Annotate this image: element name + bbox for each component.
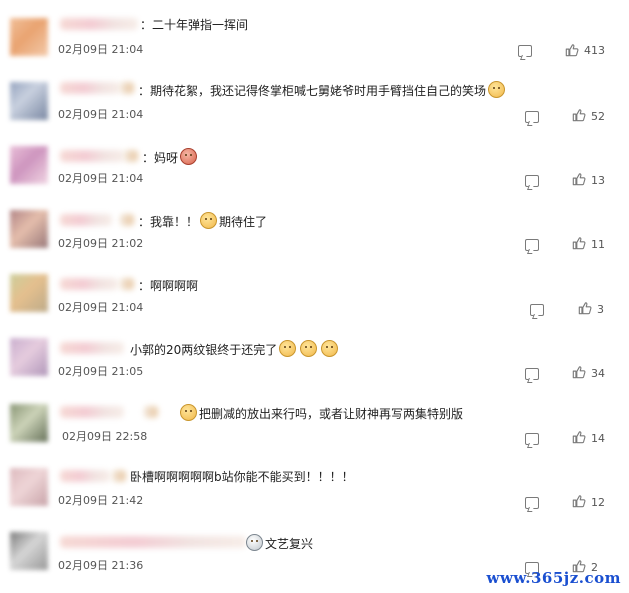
- comment-icon[interactable]: [525, 111, 539, 123]
- like-count: 12: [591, 496, 605, 509]
- like-count: 34: [591, 367, 605, 380]
- avatar[interactable]: [10, 532, 48, 570]
- like-count: 413: [584, 44, 605, 57]
- username[interactable]: [60, 82, 120, 94]
- timestamp: 02月09日 21:36: [58, 559, 144, 572]
- username-badge: [120, 82, 134, 94]
- username[interactable]: [60, 406, 124, 418]
- comment-text: ：我靠！！ 期待住了: [138, 212, 267, 230]
- thumbs-up-icon[interactable]: [572, 236, 586, 250]
- crying-emoji-icon: [200, 212, 218, 229]
- username[interactable]: [60, 536, 246, 548]
- comment-row: ：我靠！！ 期待住了 02月09日 21:02 11: [0, 198, 629, 262]
- comment-row: ：妈呀 02月09日 21:04 13: [0, 134, 629, 198]
- thumbs-up-icon[interactable]: [578, 301, 592, 315]
- comment-row: 把删减的放出来行吗，或者让财神再写两集特别版 02月09日 22:58 14: [0, 392, 629, 456]
- timestamp: 02月09日 21:04: [58, 108, 144, 121]
- thumbs-up-icon[interactable]: [572, 108, 586, 122]
- like-count: 3: [597, 303, 604, 316]
- timestamp: 02月09日 21:04: [58, 301, 144, 314]
- timestamp: 02月09日 21:04: [58, 172, 144, 185]
- username-badge: [112, 470, 126, 482]
- comment-icon[interactable]: [525, 239, 539, 251]
- comment-row: 小郭的20两纹银终于还完了 02月09日 21:05 34: [0, 326, 629, 390]
- comment-icon[interactable]: [530, 304, 544, 316]
- avatar[interactable]: [10, 210, 48, 248]
- username[interactable]: [60, 278, 118, 290]
- crying-emoji-icon: [300, 340, 318, 357]
- timestamp: 02月09日 22:58: [62, 430, 148, 443]
- timestamp: 02月09日 21:05: [58, 365, 144, 378]
- username-badge: [144, 406, 158, 418]
- comment-icon[interactable]: [525, 368, 539, 380]
- comment-text: ：二十年弹指一挥间: [140, 18, 249, 32]
- like-count: 13: [591, 174, 605, 187]
- thumbs-up-icon[interactable]: [572, 365, 586, 379]
- avatar[interactable]: [10, 18, 48, 56]
- site-watermark: www.365jz.com: [486, 569, 621, 587]
- comment-row: 卧槽啊啊啊啊啊b站你能不能买到！！！！ 02月09日 21:42 12: [0, 456, 629, 520]
- comment-text: 文艺复兴: [244, 534, 313, 552]
- thumbs-up-icon[interactable]: [572, 494, 586, 508]
- timestamp: 02月09日 21:42: [58, 494, 144, 507]
- comment-text: ：期待花絮，我还记得佟掌柜喊七舅姥爷时用手臂挡住自己的笑场: [138, 81, 507, 99]
- username[interactable]: [60, 18, 138, 30]
- comment-icon[interactable]: [518, 45, 532, 57]
- username-badge: [124, 150, 138, 162]
- username-badge: [120, 214, 134, 226]
- timestamp: 02月09日 21:04: [58, 43, 144, 56]
- comment-row: ：啊啊啊啊 02月09日 21:04 3: [0, 262, 629, 326]
- avatar[interactable]: [10, 274, 48, 312]
- comment-text: 小郭的20两纹银终于还完了: [130, 340, 340, 358]
- like-count: 14: [591, 432, 605, 445]
- comment-text: 卧槽啊啊啊啊啊b站你能不能买到！！！！: [130, 470, 354, 484]
- laughing-emoji-icon: [488, 81, 506, 98]
- monster-emoji-icon: [180, 148, 198, 165]
- avatar[interactable]: [10, 468, 48, 506]
- avatar[interactable]: [10, 82, 48, 120]
- comment-text: ：妈呀: [142, 148, 199, 166]
- comment-row: ：二十年弹指一挥间 02月09日 21:04 413: [0, 6, 629, 70]
- username[interactable]: [60, 214, 112, 226]
- like-count: 52: [591, 110, 605, 123]
- thumbs-up-icon[interactable]: [572, 172, 586, 186]
- thumbs-up-icon[interactable]: [572, 430, 586, 444]
- username[interactable]: [60, 470, 110, 482]
- comment-row: ：期待花絮，我还记得佟掌柜喊七舅姥爷时用手臂挡住自己的笑场 02月09日 21:…: [0, 70, 629, 134]
- username[interactable]: [60, 342, 124, 354]
- avatar[interactable]: [10, 146, 48, 184]
- comment-text: ：啊啊啊啊: [138, 279, 199, 293]
- crying-emoji-icon: [180, 404, 197, 421]
- username-badge: [120, 278, 134, 290]
- avatar[interactable]: [10, 404, 48, 442]
- timestamp: 02月09日 21:02: [58, 237, 144, 250]
- crying-emoji-icon: [321, 340, 339, 357]
- avatar[interactable]: [10, 338, 48, 376]
- face-emoji-icon: [246, 534, 263, 551]
- comment-text: 把删减的放出来行吗，或者让财神再写两集特别版: [178, 404, 463, 422]
- crying-emoji-icon: [279, 340, 297, 357]
- like-count: 11: [591, 238, 605, 251]
- comment-icon[interactable]: [525, 175, 539, 187]
- comment-icon[interactable]: [525, 497, 539, 509]
- username[interactable]: [60, 150, 124, 162]
- thumbs-up-icon[interactable]: [565, 43, 579, 57]
- comment-icon[interactable]: [525, 433, 539, 445]
